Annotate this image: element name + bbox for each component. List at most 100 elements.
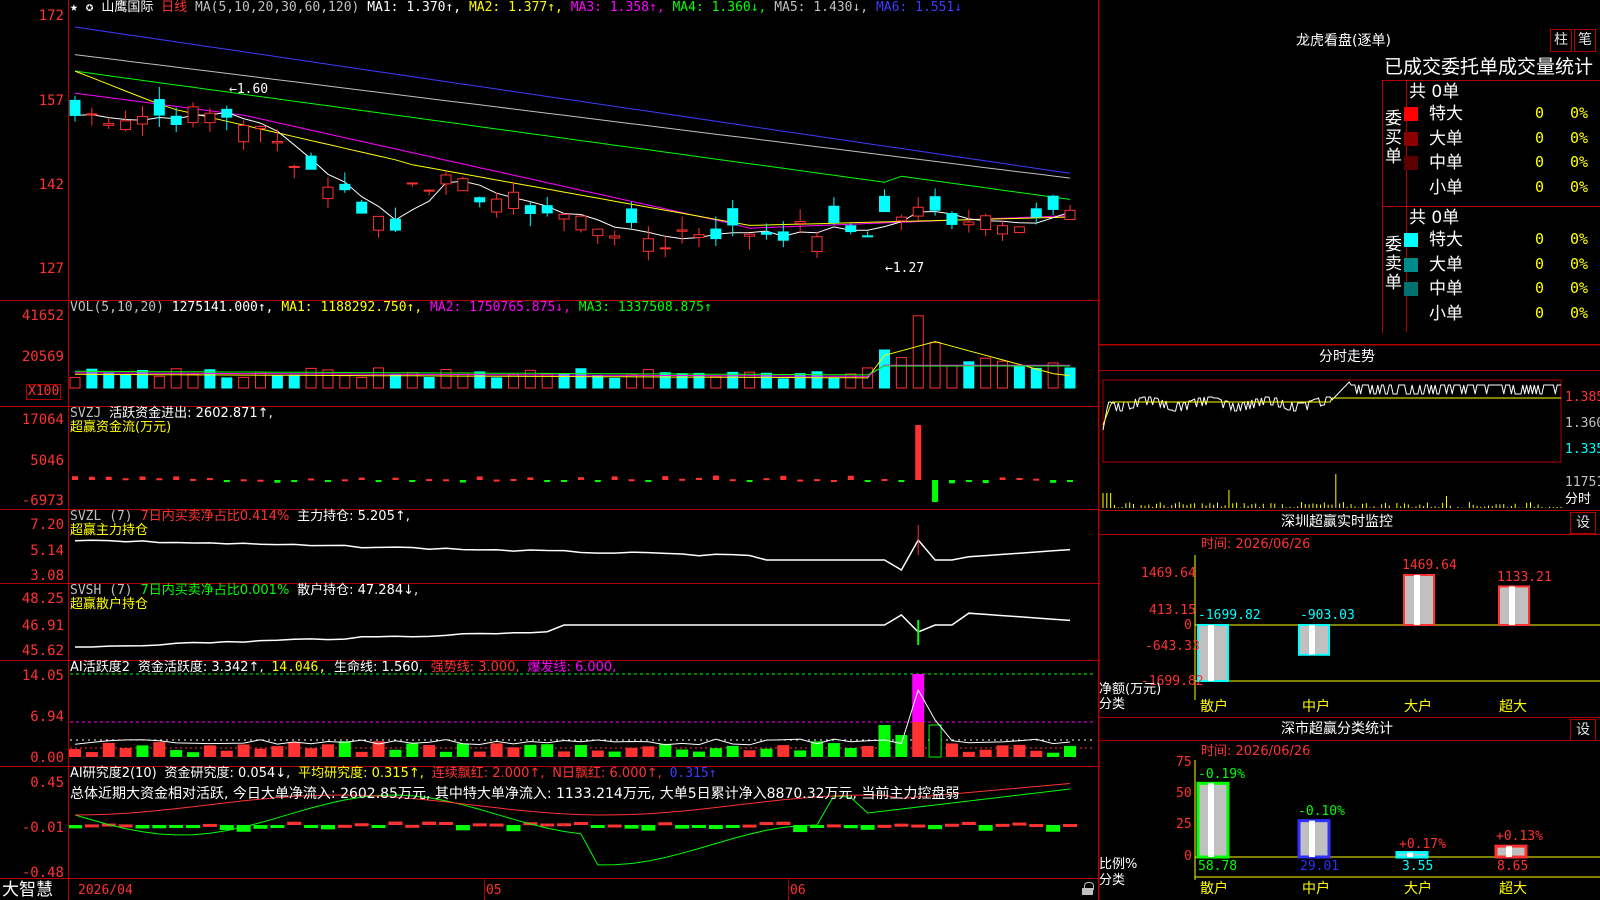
volume-bar <box>339 375 351 389</box>
ai-active-v5: 爆发线: 6.000, <box>527 660 617 675</box>
svsh-axis-tick: 46.91 <box>21 618 64 634</box>
candle-body <box>878 195 890 213</box>
volume-bar <box>895 357 907 389</box>
candle-body <box>305 155 317 170</box>
sell-row-qty: 0 <box>1535 279 1545 297</box>
candle-body <box>963 221 975 226</box>
flow-bar <box>780 475 787 480</box>
activity-bar <box>406 743 419 757</box>
research-bar <box>135 825 150 829</box>
research-bar <box>84 824 99 828</box>
research-bar <box>557 823 572 827</box>
research-bar <box>455 825 470 831</box>
high-price-marker: ←1.60 <box>229 82 269 97</box>
flow-bar <box>561 480 568 482</box>
sz-classify-axis-tick: 75 <box>1176 755 1192 770</box>
volume-bar <box>120 374 132 389</box>
brand-logo: 大智慧 <box>2 880 53 900</box>
candle-body <box>524 205 536 215</box>
vol-value: 1275141.000↑, <box>171 300 274 315</box>
sz_monitor-category-label: 大户 <box>1404 699 1432 715</box>
flow-bar <box>375 480 382 482</box>
svzl-holding: 主力持仓: 5.205↑, <box>297 509 410 524</box>
vol-unit-button[interactable]: X100 <box>26 384 62 400</box>
flow-bar <box>1067 480 1073 482</box>
sz-classify-axis-tick: 0 <box>1184 849 1192 864</box>
flow-bar <box>240 479 247 482</box>
flow-bar <box>982 480 989 484</box>
candle-body <box>271 140 283 144</box>
flow-bar <box>746 480 753 482</box>
activity-bar <box>844 747 857 757</box>
svzj-label: SVZJ <box>70 406 102 421</box>
sz-classify-title: 深市超赢分类统计 <box>1281 721 1393 737</box>
flow-bar <box>763 478 770 481</box>
ma-params: MA(5,10,20,30,60,120) <box>195 0 360 15</box>
tick-view-button[interactable]: 笔 <box>1574 29 1596 52</box>
volume-bar <box>609 377 621 389</box>
research-bar <box>911 824 926 828</box>
svsh-ratio: 7日内买卖净占比0.001% <box>140 583 290 598</box>
axis-divider <box>68 0 69 900</box>
candle-body <box>187 106 199 124</box>
sz-monitor-ylabel: 净额(万元) <box>1099 682 1162 697</box>
sz-classify-delta-label: -0.19% <box>1198 767 1245 782</box>
sz-monitor-bar-highlight <box>1208 625 1214 681</box>
period-label[interactable]: 日线 <box>161 0 187 15</box>
candle-body <box>845 225 857 233</box>
buy-row-name: 大单 <box>1429 128 1463 149</box>
flow-bar <box>257 479 264 482</box>
candle-body <box>423 189 435 192</box>
activity-bar <box>962 751 975 757</box>
candle-body <box>389 218 401 231</box>
flow-bar <box>915 425 922 480</box>
research-bar <box>152 825 167 829</box>
flow-bar <box>999 477 1006 480</box>
main-chart-area[interactable]: ★ ✪ 山鹰国际 日线 MA(5,10,20,30,60,120) MA1: 1… <box>0 0 1100 900</box>
candle-body <box>575 215 587 231</box>
stock-name[interactable]: 山鹰国际 <box>101 0 153 15</box>
flow-bar <box>341 479 348 482</box>
bar-view-button[interactable]: 柱 <box>1550 29 1572 52</box>
flow-bar <box>223 480 230 483</box>
ai-active-axis-tick: 6.94 <box>30 709 64 725</box>
chart-canvas[interactable] <box>0 0 1100 900</box>
buy-row-pct: 0% <box>1570 177 1589 196</box>
candle-body <box>322 186 334 200</box>
order-size-swatch <box>1404 156 1418 170</box>
flow-bar <box>1050 480 1057 483</box>
flow-bar <box>105 476 112 480</box>
ai-research-v2: 平均研究度: 0.315↑, <box>298 766 424 781</box>
candle-body <box>777 231 789 241</box>
buy-row-pct: 0% <box>1570 128 1589 147</box>
svzl-axis-tick: 7.20 <box>30 517 64 533</box>
flow-bar <box>544 480 551 482</box>
research-bar <box>304 825 319 828</box>
flow-bar <box>679 478 686 481</box>
candle-body <box>339 183 351 191</box>
sz-monitor-axis-tick: -643.33 <box>1145 639 1200 654</box>
sz-monitor-settings-button[interactable]: 设 <box>1570 512 1596 534</box>
candle-body <box>760 231 772 235</box>
activity-bar <box>642 746 655 757</box>
research-bar <box>506 825 521 832</box>
volume-bar <box>103 372 115 389</box>
sz-classify-settings-button[interactable]: 设 <box>1570 719 1596 741</box>
volume-bar <box>1047 362 1059 389</box>
activity-bar <box>1013 744 1026 757</box>
candle-body <box>153 99 165 116</box>
activity-bar <box>237 744 250 757</box>
sell-row-pct: 0% <box>1570 303 1589 322</box>
panel-divider <box>1099 344 1600 345</box>
activity-bar <box>574 744 587 757</box>
candle-body <box>136 115 148 125</box>
research-bar <box>354 823 369 827</box>
favorite-star-icon[interactable]: ★ ✪ <box>70 0 93 15</box>
research-bar <box>439 822 454 826</box>
flow-bar <box>426 479 433 482</box>
volume-bar <box>457 372 469 389</box>
ai-active-v4: 强势线: 3.000, <box>430 660 520 675</box>
research-bar <box>961 821 976 825</box>
sz_classify-value-label: 8.65 <box>1497 859 1529 874</box>
flow-bar <box>173 476 180 480</box>
